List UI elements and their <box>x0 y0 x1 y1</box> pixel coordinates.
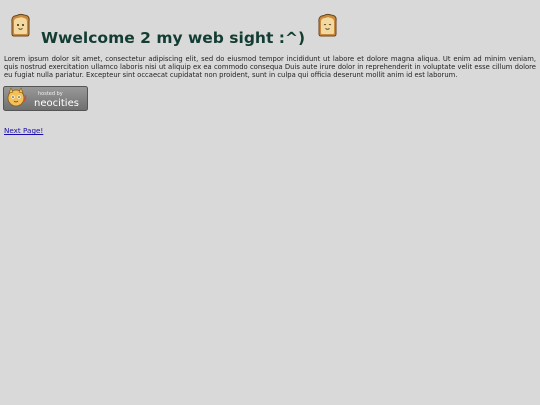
bread-icon <box>318 13 337 37</box>
badge-brand-text: neocities <box>34 98 79 109</box>
bread-icon <box>11 13 30 37</box>
neocities-badge-graphic: hosted by neocities <box>3 86 88 111</box>
next-page-link[interactable]: Next Page! <box>4 126 43 135</box>
neocities-badge[interactable]: hosted by neocities <box>3 86 88 111</box>
page-title: Wwelcome 2 my web sight :^) <box>41 28 306 47</box>
badge-small-text: hosted by <box>38 91 63 97</box>
body-paragraph: Lorem ipsum dolor sit amet, consectetur … <box>4 55 536 80</box>
header: Wwelcome 2 my web sight :^) <box>8 13 340 47</box>
page: Wwelcome 2 my web sight :^) Lorem ipsum … <box>0 0 540 405</box>
